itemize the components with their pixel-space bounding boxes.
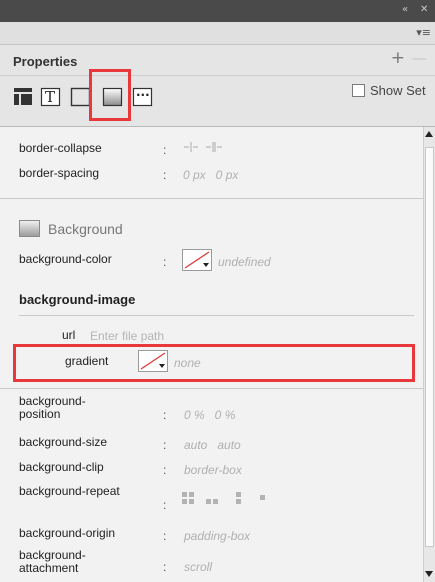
border-collapse-options[interactable] (182, 140, 226, 159)
text-icon-glyph: T (45, 88, 56, 106)
background-clip-value[interactable]: border-box (184, 463, 242, 477)
background-attachment-value[interactable]: scroll (184, 560, 212, 574)
background-color-swatch[interactable] (182, 249, 212, 271)
more-icon[interactable]: ··· (132, 86, 154, 108)
remove-icon: — (412, 49, 427, 67)
panel-title: Properties (13, 54, 78, 69)
colon: : (163, 529, 167, 543)
scroll-down-arrow[interactable] (425, 571, 433, 577)
background-repeat-label: background-repeat (19, 484, 120, 498)
gradient-label: gradient (65, 354, 109, 368)
colon: : (163, 438, 167, 452)
background-section-title: Background (48, 221, 123, 237)
background-repeat-options[interactable] (180, 490, 276, 513)
colon: : (163, 463, 167, 477)
background-color-value: undefined (218, 255, 271, 269)
more-icon-glyph: ··· (136, 88, 150, 102)
background-attachment-label: background- attachment (19, 548, 86, 575)
border-spacing-label: border-spacing (19, 166, 100, 180)
colon: : (163, 408, 167, 422)
colon: : (163, 255, 167, 269)
show-set-label: Show Set (370, 83, 426, 98)
background-image-title: background-image (19, 292, 136, 307)
background-icon-highlight (89, 69, 131, 121)
window-title-bar: « ✕ (0, 0, 435, 22)
scroll-up-arrow[interactable] (425, 131, 433, 137)
background-size-value[interactable]: auto auto (184, 438, 241, 452)
scrollbar-thumb[interactable] (425, 147, 434, 547)
divider (0, 198, 423, 199)
panel-menu-icon[interactable]: ▾≡ (416, 26, 431, 39)
properties-content: border-collapse : border-spacing : 0 px … (0, 127, 423, 582)
divider (19, 315, 414, 316)
border-collapse-label: border-collapse (19, 141, 102, 155)
layout-icon[interactable] (13, 86, 35, 108)
gradient-swatch[interactable] (138, 350, 168, 372)
colon: : (163, 560, 167, 574)
vertical-scrollbar[interactable] (423, 127, 435, 582)
url-label: url (62, 328, 76, 342)
background-size-label: background-size (19, 435, 108, 449)
background-position-value[interactable]: 0 % 0 % (184, 408, 235, 422)
background-clip-label: background-clip (19, 460, 104, 474)
colon: : (163, 168, 167, 182)
panel-tab-strip: ▾≡ (0, 22, 435, 45)
close-icon[interactable]: ✕ (420, 4, 428, 15)
gradient-value: none (174, 356, 201, 370)
background-origin-value[interactable]: padding-box (184, 529, 250, 543)
background-position-label: background- position (19, 394, 86, 421)
show-set-checkbox[interactable] (352, 84, 365, 97)
background-color-label: background-color (19, 252, 112, 266)
show-set-toggle[interactable]: Show Set (352, 83, 426, 98)
border-spacing-value[interactable]: 0 px 0 px (183, 168, 238, 182)
background-origin-label: background-origin (19, 526, 116, 540)
panel-header: Properties + — (0, 45, 435, 76)
category-toolbar: T ··· Show Set (0, 69, 435, 127)
add-icon[interactable]: + (391, 48, 405, 68)
background-section-icon (19, 220, 41, 243)
colon: : (163, 498, 167, 512)
colon: : (163, 143, 167, 157)
collapse-icon[interactable]: « (402, 4, 408, 15)
text-icon[interactable]: T (40, 86, 62, 108)
divider (0, 388, 423, 389)
url-input[interactable]: Enter file path (90, 329, 164, 343)
